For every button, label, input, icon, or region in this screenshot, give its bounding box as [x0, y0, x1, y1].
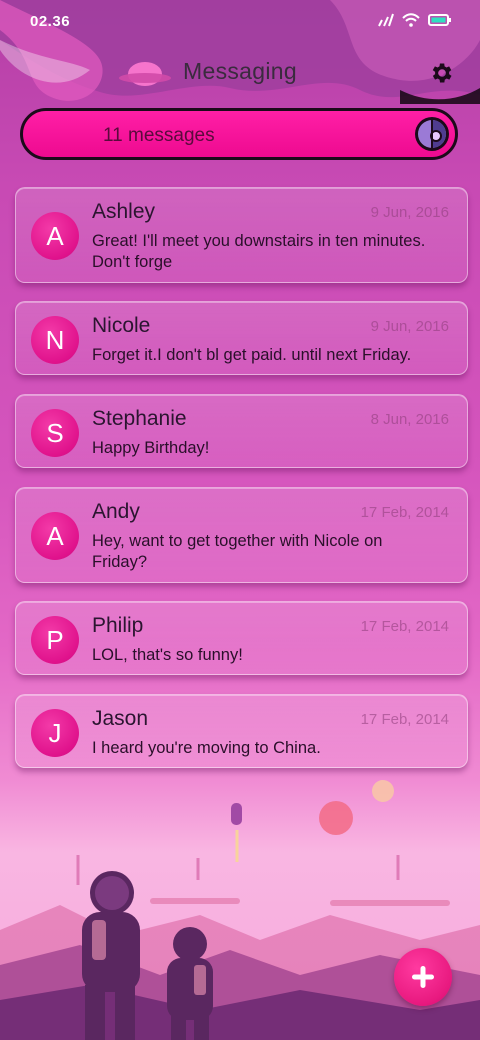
- message-item[interactable]: S Stephanie 8 Jun, 2016 Happy Birthday!: [15, 394, 468, 468]
- plus-icon: [412, 966, 434, 988]
- contact-avatar: S: [31, 409, 79, 457]
- contact-avatar: A: [31, 512, 79, 560]
- contact-avatar: P: [31, 616, 79, 664]
- message-date: 9 Jun, 2016: [370, 318, 449, 335]
- status-time: 02.36: [30, 13, 71, 30]
- battery-icon: [428, 14, 451, 26]
- message-snippet: Forget it.I don't bl get paid. until nex…: [92, 346, 412, 364]
- message-item[interactable]: N Nicole 9 Jun, 2016 Forget it.I don't b…: [15, 301, 468, 375]
- message-count-bar[interactable]: 11 messages: [20, 108, 458, 160]
- wifi-icon: [402, 13, 420, 27]
- sender-name: Nicole: [92, 314, 151, 337]
- message-item[interactable]: J Jason 17 Feb, 2014 I heard you're movi…: [15, 694, 468, 768]
- sender-name: Andy: [92, 500, 140, 523]
- sender-name: Stephanie: [92, 407, 187, 430]
- message-date: 8 Jun, 2016: [370, 411, 449, 428]
- message-snippet: I heard you're moving to China.: [92, 739, 321, 757]
- status-bar: 02.36: [0, 0, 480, 42]
- message-date: 17 Feb, 2014: [360, 618, 449, 635]
- signal-icon: [378, 13, 394, 27]
- message-snippet: Hey, want to get together with Nicole on…: [92, 532, 383, 571]
- message-item[interactable]: A Ashley 9 Jun, 2016 Great! I'll meet yo…: [15, 187, 468, 283]
- new-message-button[interactable]: [394, 948, 452, 1006]
- app-title: Messaging: [183, 58, 297, 84]
- settings-button[interactable]: [426, 58, 456, 88]
- message-snippet: Great! I'll meet you downstairs in ten m…: [92, 232, 426, 271]
- status-icons: [376, 13, 452, 27]
- message-item[interactable]: P Philip 17 Feb, 2014 LOL, that's so fun…: [15, 601, 468, 675]
- message-count-label: 11 messages: [103, 125, 215, 146]
- contact-avatar: A: [31, 212, 79, 260]
- gear-icon: [432, 63, 452, 83]
- message-date: 17 Feb, 2014: [360, 711, 449, 728]
- message-snippet: LOL, that's so funny!: [92, 646, 243, 664]
- contact-avatar-icon[interactable]: [413, 115, 451, 153]
- message-item[interactable]: A Andy 17 Feb, 2014 Hey, want to get tog…: [15, 487, 468, 583]
- sender-name: Philip: [92, 614, 144, 637]
- message-snippet: Happy Birthday!: [92, 439, 210, 457]
- message-date: 9 Jun, 2016: [370, 204, 449, 221]
- sender-name: Jason: [92, 707, 149, 730]
- sender-name: Ashley: [92, 200, 156, 223]
- message-date: 17 Feb, 2014: [360, 504, 449, 521]
- contact-avatar: J: [31, 709, 79, 757]
- contact-avatar: N: [31, 316, 79, 364]
